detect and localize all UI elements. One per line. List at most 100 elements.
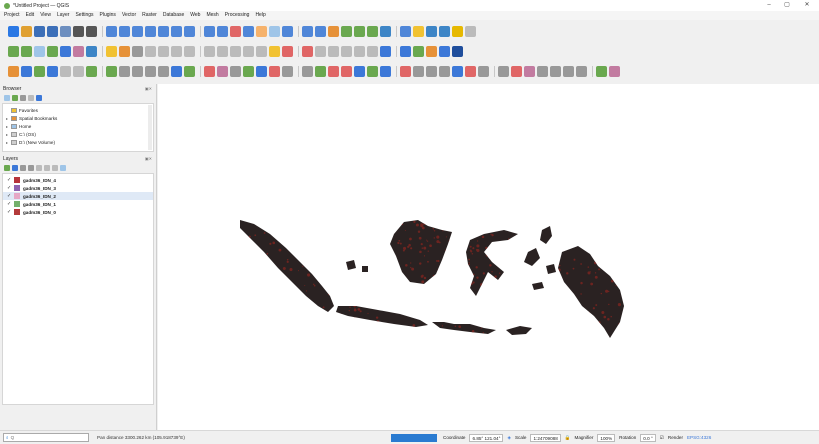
row1-tool-icon[interactable]	[269, 25, 280, 37]
row3-tool-icon[interactable]	[400, 65, 411, 77]
magnifier-field[interactable]: 100%	[597, 433, 616, 442]
row3-tool-icon[interactable]	[145, 65, 156, 77]
row3-tool-icon[interactable]	[21, 65, 32, 77]
row1-tool-icon[interactable]	[217, 25, 228, 37]
row2-tool-icon[interactable]	[106, 45, 117, 57]
layer-visibility-checkbox[interactable]: ✓	[7, 185, 13, 191]
row1-tool-icon[interactable]	[73, 25, 84, 37]
row2-tool-icon[interactable]	[47, 45, 58, 57]
row2-tool-icon[interactable]	[400, 45, 411, 57]
row3-tool-icon[interactable]	[204, 65, 215, 77]
row1-tool-icon[interactable]	[184, 25, 195, 37]
row1-tool-icon[interactable]	[452, 25, 463, 37]
row2-tool-icon[interactable]	[302, 45, 313, 57]
menu-item-edit[interactable]: Edit	[26, 11, 35, 20]
browser-item[interactable]: ▸ C:\ (OS)	[3, 130, 153, 138]
row3-tool-icon[interactable]	[171, 65, 182, 77]
row3-tool-icon[interactable]	[106, 65, 117, 77]
row1-tool-icon[interactable]	[106, 25, 117, 37]
row2-tool-icon[interactable]	[119, 45, 130, 57]
crs-button[interactable]: EPSG:4326	[687, 435, 711, 440]
row1-tool-icon[interactable]	[354, 25, 365, 37]
add-group-icon[interactable]	[12, 165, 18, 171]
row2-tool-icon[interactable]	[413, 45, 424, 57]
menu-item-plugins[interactable]: Plugins	[100, 11, 116, 20]
row1-tool-icon[interactable]	[439, 25, 450, 37]
row1-tool-icon[interactable]	[204, 25, 215, 37]
row3-tool-icon[interactable]	[537, 65, 548, 77]
row1-tool-icon[interactable]	[426, 25, 437, 37]
row2-tool-icon[interactable]	[217, 45, 228, 57]
row3-tool-icon[interactable]	[73, 65, 84, 77]
row3-tool-icon[interactable]	[524, 65, 535, 77]
row2-tool-icon[interactable]	[86, 45, 97, 57]
row3-tool-icon[interactable]	[452, 65, 463, 77]
row1-tool-icon[interactable]	[413, 25, 424, 37]
row1-tool-icon[interactable]	[230, 25, 241, 37]
row2-tool-icon[interactable]	[426, 45, 437, 57]
row3-tool-icon[interactable]	[426, 65, 437, 77]
row3-tool-icon[interactable]	[596, 65, 607, 77]
row1-tool-icon[interactable]	[60, 25, 71, 37]
layer-row[interactable]: ✓ gadm36_IDN_1	[3, 200, 153, 208]
row2-tool-icon[interactable]	[158, 45, 169, 57]
row3-tool-icon[interactable]	[328, 65, 339, 77]
refresh-icon[interactable]	[12, 95, 18, 101]
row1-tool-icon[interactable]	[243, 25, 254, 37]
row2-tool-icon[interactable]	[341, 45, 352, 57]
coordinate-field[interactable]: 6.85° 121.04°	[469, 433, 504, 442]
menu-item-processing[interactable]: Processing	[225, 11, 250, 20]
row1-tool-icon[interactable]	[158, 25, 169, 37]
row1-tool-icon[interactable]	[145, 25, 156, 37]
browser-item[interactable]: Favorites	[3, 106, 153, 114]
row3-tool-icon[interactable]	[47, 65, 58, 77]
row3-tool-icon[interactable]	[380, 65, 391, 77]
scale-field[interactable]: 1:24709088	[530, 433, 561, 442]
layer-visibility-checkbox[interactable]: ✓	[7, 193, 13, 199]
row3-tool-icon[interactable]	[243, 65, 254, 77]
row1-tool-icon[interactable]	[8, 25, 19, 37]
row3-tool-icon[interactable]	[282, 65, 293, 77]
menu-item-mesh[interactable]: Mesh	[206, 11, 218, 20]
minimize-button[interactable]: –	[760, 0, 778, 11]
menu-item-settings[interactable]: Settings	[75, 11, 93, 20]
layer-row[interactable]: ✓ gadm36_IDN_4	[3, 176, 153, 184]
row2-tool-icon[interactable]	[8, 45, 19, 57]
filter-legend-icon[interactable]	[28, 165, 34, 171]
menu-item-view[interactable]: View	[40, 11, 51, 20]
row3-tool-icon[interactable]	[367, 65, 378, 77]
expression-filter-icon[interactable]	[36, 165, 42, 171]
layer-row[interactable]: ✓ gadm36_IDN_0	[3, 208, 153, 216]
menu-item-help[interactable]: Help	[255, 11, 265, 20]
row1-tool-icon[interactable]	[341, 25, 352, 37]
row3-tool-icon[interactable]	[86, 65, 97, 77]
row3-tool-icon[interactable]	[315, 65, 326, 77]
row1-tool-icon[interactable]	[47, 25, 58, 37]
layer-row[interactable]: ✓ gadm36_IDN_2	[3, 192, 153, 200]
row3-tool-icon[interactable]	[269, 65, 280, 77]
browser-item[interactable]: ▸ Home	[3, 122, 153, 130]
row3-tool-icon[interactable]	[354, 65, 365, 77]
row2-tool-icon[interactable]	[367, 45, 378, 57]
layer-visibility-checkbox[interactable]: ✓	[7, 177, 13, 183]
menu-item-database[interactable]: Database	[163, 11, 184, 20]
row3-tool-icon[interactable]	[60, 65, 71, 77]
close-button[interactable]: ✕	[798, 0, 816, 11]
style-icon[interactable]	[4, 165, 10, 171]
row3-tool-icon[interactable]	[119, 65, 130, 77]
row2-tool-icon[interactable]	[73, 45, 84, 57]
row2-tool-icon[interactable]	[145, 45, 156, 57]
menu-item-web[interactable]: Web	[190, 11, 200, 20]
menu-item-vector[interactable]: Vector	[122, 11, 136, 20]
menu-item-raster[interactable]: Raster	[142, 11, 157, 20]
row1-tool-icon[interactable]	[86, 25, 97, 37]
row1-tool-icon[interactable]	[465, 25, 476, 37]
row1-tool-icon[interactable]	[367, 25, 378, 37]
row3-tool-icon[interactable]	[609, 65, 620, 77]
row3-tool-icon[interactable]	[132, 65, 143, 77]
close-panel-icon[interactable]: ▣✕	[145, 86, 152, 91]
rotation-field[interactable]: 0.0 °	[640, 433, 656, 442]
row1-tool-icon[interactable]	[171, 25, 182, 37]
row1-tool-icon[interactable]	[132, 25, 143, 37]
row3-tool-icon[interactable]	[217, 65, 228, 77]
